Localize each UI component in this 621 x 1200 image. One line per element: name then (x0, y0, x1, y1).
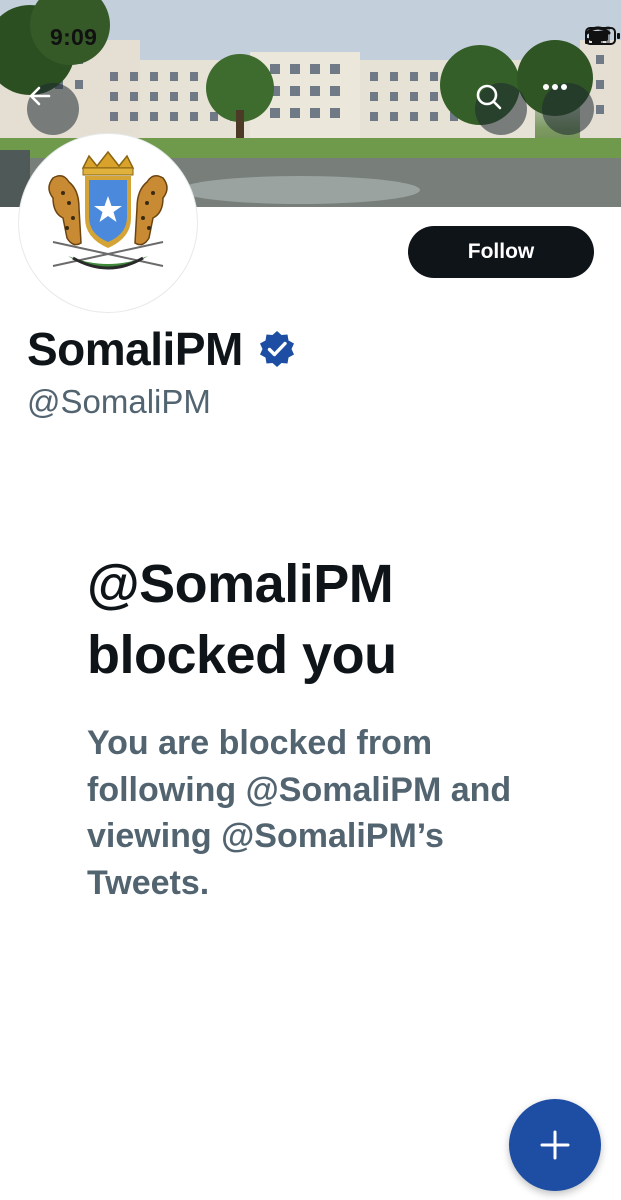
blocked-title: @SomaliPM blocked you (87, 554, 397, 685)
plus-icon (540, 1130, 570, 1160)
search-button[interactable] (475, 83, 527, 135)
profile-name-row: SomaliPM (27, 322, 297, 376)
display-name: SomaliPM (27, 323, 243, 375)
blocked-description: You are blocked from following @SomaliPM… (87, 724, 512, 902)
coat-of-arms-logo (48, 150, 168, 270)
status-bar: 9:09 (0, 0, 621, 70)
search-icon (476, 84, 502, 110)
more-horizontal-icon (543, 84, 567, 90)
back-button[interactable] (27, 83, 79, 135)
battery-icon (585, 27, 620, 45)
status-time: 9:09 (50, 24, 98, 50)
more-options-button[interactable] (542, 83, 594, 135)
follow-button[interactable]: Follow (408, 226, 594, 278)
compose-tweet-button[interactable] (509, 1099, 601, 1191)
verified-badge-icon (259, 331, 294, 367)
profile-avatar[interactable] (19, 134, 197, 312)
arrow-left-icon (29, 86, 51, 106)
profile-handle: @SomaliPM (27, 383, 211, 420)
